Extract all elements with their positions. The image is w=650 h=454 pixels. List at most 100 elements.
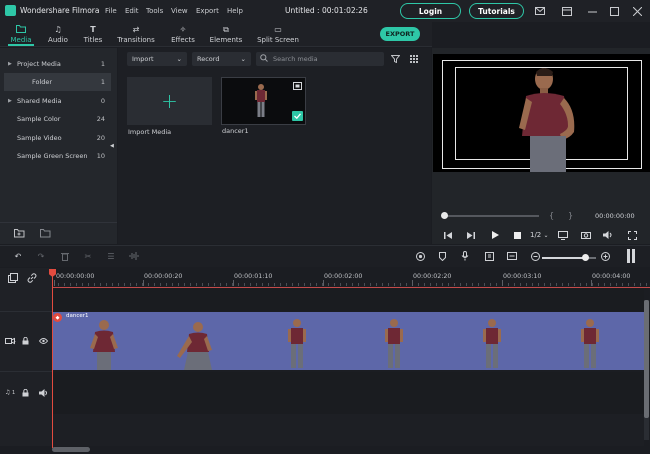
tutorials-button[interactable]: Tutorials bbox=[469, 3, 524, 19]
login-button[interactable]: Login bbox=[400, 3, 461, 19]
sidebar-item-project-media[interactable]: ▶ Project Media 1 bbox=[0, 55, 111, 73]
folder-icon[interactable] bbox=[40, 228, 51, 240]
mark-in-icon[interactable]: { bbox=[549, 211, 554, 220]
cut-icon[interactable]: ✂ bbox=[82, 250, 94, 262]
window-layout-icon[interactable] bbox=[560, 4, 574, 18]
sidebar-item-count: 1 bbox=[100, 78, 105, 86]
lock-icon[interactable] bbox=[22, 388, 29, 399]
ruler-tick bbox=[143, 280, 144, 286]
tab-split-screen[interactable]: ▭ Split Screen bbox=[254, 22, 302, 47]
sidebar-item-sample-video[interactable]: Sample Video 20 bbox=[0, 129, 111, 147]
tab-titles[interactable]: T Titles bbox=[80, 22, 106, 47]
zoom-out-icon[interactable] bbox=[529, 250, 541, 262]
adjust-icon[interactable]: ☰ bbox=[105, 250, 117, 262]
eye-icon[interactable] bbox=[38, 338, 49, 346]
tab-elements[interactable]: ⧉ Elements bbox=[207, 22, 245, 47]
preview-progress-track[interactable] bbox=[444, 215, 539, 217]
menu-edit[interactable]: Edit bbox=[125, 7, 139, 15]
split-screen-icon: ▭ bbox=[274, 25, 282, 34]
ruler-label: 00:00:03:10 bbox=[503, 273, 542, 280]
vertical-scrollbar-thumb[interactable] bbox=[644, 300, 649, 418]
sidebar-item-folder[interactable]: Folder 1 bbox=[0, 73, 111, 91]
expand-arrow-icon[interactable]: ▶ bbox=[8, 61, 17, 67]
ruler-label: 00:00:02:20 bbox=[413, 273, 452, 280]
minimize-icon[interactable] bbox=[585, 4, 599, 18]
text-icon: T bbox=[90, 25, 96, 34]
collapse-panel-icon[interactable]: ◀ bbox=[110, 143, 114, 149]
quality-selector[interactable]: 1/2 ⌄ bbox=[530, 231, 549, 239]
document-title: Untitled : 00:01:02:26 bbox=[285, 6, 368, 15]
filmstrip-frame bbox=[581, 319, 599, 368]
menu-help[interactable]: Help bbox=[227, 7, 243, 15]
search-input[interactable]: Search media bbox=[256, 52, 384, 66]
zoom-in-icon[interactable] bbox=[599, 250, 611, 262]
redo-icon[interactable]: ↷ bbox=[35, 250, 47, 262]
video-clip[interactable] bbox=[52, 312, 644, 370]
audio-wave-icon[interactable] bbox=[128, 250, 140, 262]
voiceover-icon[interactable] bbox=[483, 250, 495, 262]
sidebar-item-shared-media[interactable]: ▶ Shared Media 0 bbox=[0, 92, 111, 110]
volume-icon[interactable] bbox=[602, 229, 614, 241]
fullscreen-icon[interactable] bbox=[626, 229, 638, 241]
record-dropdown[interactable]: Record ⌄ bbox=[192, 52, 251, 66]
preview-progress-handle[interactable] bbox=[441, 212, 448, 219]
render-icon[interactable] bbox=[414, 250, 426, 262]
playhead[interactable] bbox=[52, 270, 53, 448]
speaker-icon[interactable] bbox=[39, 389, 48, 399]
video-type-icon bbox=[293, 82, 302, 92]
microphone-icon[interactable] bbox=[459, 250, 471, 262]
sidebar-item-label: Sample Video bbox=[17, 134, 62, 142]
tab-audio[interactable]: ♫ Audio bbox=[44, 22, 72, 47]
sidebar-item-sample-green-screen[interactable]: Sample Green Screen 10 bbox=[0, 147, 111, 165]
ruler-label: 00:00:00:20 bbox=[144, 273, 183, 280]
play-icon[interactable] bbox=[489, 229, 501, 241]
ruler-tick bbox=[412, 280, 413, 286]
added-check-icon bbox=[292, 111, 303, 121]
media-clip-thumbnail[interactable] bbox=[221, 77, 306, 125]
menu-export[interactable]: Export bbox=[196, 7, 219, 15]
menu-view[interactable]: View bbox=[171, 7, 188, 15]
mail-icon[interactable] bbox=[533, 4, 547, 18]
close-icon[interactable] bbox=[630, 4, 644, 18]
timeline-toolbar bbox=[0, 245, 650, 267]
video-track-number: 1 bbox=[13, 338, 17, 344]
prev-frame-icon[interactable] bbox=[465, 229, 477, 241]
search-placeholder: Search media bbox=[273, 55, 318, 63]
dancer-thumbnail-figure bbox=[255, 84, 267, 117]
step-back-icon[interactable] bbox=[442, 229, 454, 241]
pause-toggle-icon[interactable] bbox=[627, 249, 635, 263]
link-icon[interactable] bbox=[27, 273, 37, 285]
stop-icon[interactable] bbox=[511, 229, 523, 241]
filter-icon[interactable] bbox=[390, 55, 401, 65]
maximize-icon[interactable] bbox=[607, 4, 621, 18]
delete-icon[interactable] bbox=[59, 250, 71, 262]
new-folder-icon[interactable] bbox=[14, 228, 25, 240]
export-button[interactable]: EXPORT bbox=[380, 27, 420, 41]
snapshot-camera-icon[interactable] bbox=[580, 229, 592, 241]
monitor-icon[interactable] bbox=[557, 229, 569, 241]
preview-timecode: 00:00:00:00 bbox=[595, 212, 635, 220]
menu-tools[interactable]: Tools bbox=[146, 7, 163, 15]
horizontal-scrollbar-thumb[interactable] bbox=[52, 447, 90, 452]
audio-track[interactable] bbox=[52, 372, 644, 414]
import-dropdown[interactable]: Import ⌄ bbox=[127, 52, 187, 66]
mark-out-icon[interactable]: } bbox=[568, 211, 573, 220]
grid-view-icon[interactable] bbox=[410, 55, 418, 65]
expand-arrow-icon[interactable]: ▶ bbox=[8, 98, 17, 104]
tab-audio-label: Audio bbox=[48, 36, 68, 44]
sidebar-item-label: Project Media bbox=[17, 60, 61, 68]
marker-icon[interactable] bbox=[436, 250, 448, 262]
tab-transitions[interactable]: ⇄ Transitions bbox=[114, 22, 158, 47]
ruler-tick bbox=[591, 280, 592, 286]
subtitle-icon[interactable] bbox=[506, 250, 518, 262]
chevron-down-icon: ⌄ bbox=[176, 55, 182, 63]
tab-effects[interactable]: ✧ Effects bbox=[167, 22, 199, 47]
sidebar-item-sample-color[interactable]: Sample Color 24 bbox=[0, 110, 111, 128]
import-media-tile[interactable]: + bbox=[127, 77, 212, 125]
add-track-icon[interactable] bbox=[8, 273, 18, 285]
zoom-slider-handle[interactable] bbox=[582, 254, 589, 261]
lock-icon[interactable] bbox=[22, 336, 29, 347]
undo-icon[interactable]: ↶ bbox=[12, 250, 24, 262]
menu-file[interactable]: File bbox=[105, 7, 117, 15]
clip-effect-badge-icon: ◆ bbox=[53, 313, 62, 322]
